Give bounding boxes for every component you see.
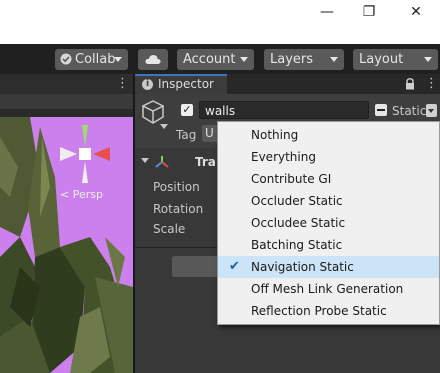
scene-search-bar[interactable] [0, 94, 133, 109]
mixed-dash-icon [377, 109, 385, 111]
more-options-icon[interactable]: ⋮ [116, 76, 129, 91]
info-icon: i [142, 79, 153, 90]
chevron-down-icon [424, 57, 432, 62]
rotation-label: Rotation [153, 202, 204, 216]
menu-item-off-mesh-link-generation[interactable]: Off Mesh Link Generation [218, 278, 439, 300]
menu-item-label: Reflection Probe Static [251, 304, 387, 318]
active-checkbox[interactable]: ✓ [181, 104, 193, 116]
chevron-down-icon [330, 57, 338, 62]
lock-icon[interactable] [405, 78, 415, 90]
menu-item-occluder-static[interactable]: Occluder Static [218, 190, 439, 212]
foldout-arrow-icon[interactable] [141, 158, 149, 163]
layout-label: Layout [359, 52, 404, 67]
collab-label: Collab [75, 52, 116, 67]
restore-icon: ❐ [362, 4, 376, 20]
menu-item-navigation-static[interactable]: ✔ Navigation Static [218, 256, 439, 278]
account-dropdown[interactable]: Account [177, 49, 254, 70]
chevron-down-icon [114, 57, 122, 62]
gameobject-cube-icon[interactable] [142, 100, 164, 124]
account-label: Account [183, 52, 236, 67]
menu-item-label: Nothing [251, 128, 299, 142]
layers-dropdown[interactable]: Layers [264, 49, 344, 70]
scale-label: Scale [153, 222, 186, 236]
layout-dropdown[interactable]: Layout [353, 49, 438, 70]
inspector-tabbar: i Inspector ⋮ [135, 74, 440, 94]
cloud-button[interactable] [138, 49, 168, 70]
menu-item-label: Navigation Static [251, 260, 354, 274]
close-button[interactable]: ✕ [401, 2, 431, 24]
restore-button[interactable]: ❐ [354, 2, 384, 24]
scene-tabbar: ⋮ [0, 74, 133, 95]
static-flags-menu: Nothing Everything Contribute GI Occlude… [217, 121, 440, 325]
close-icon: ✕ [410, 4, 422, 20]
tag-label: Tag [176, 128, 197, 142]
scene-panel: ⋮ < Persp [0, 74, 133, 373]
chevron-down-icon [240, 57, 248, 62]
collab-check-icon [60, 53, 72, 65]
tab-inspector[interactable]: i Inspector [135, 74, 227, 94]
menu-item-contribute-gi[interactable]: Contribute GI [218, 168, 439, 190]
menu-item-label: Occluder Static [251, 194, 343, 208]
menu-item-label: Contribute GI [251, 172, 332, 186]
menu-item-reflection-probe-static[interactable]: Reflection Probe Static [218, 300, 439, 322]
layers-label: Layers [270, 52, 314, 67]
tab-inspector-label: Inspector [158, 77, 214, 91]
menu-item-batching-static[interactable]: Batching Static [218, 234, 439, 256]
menu-item-label: Occludee Static [251, 216, 346, 230]
transform-icon [155, 156, 169, 168]
object-name-field[interactable]: walls [199, 101, 369, 119]
main-toolbar: Collab Account Layers Layout [0, 44, 440, 74]
chevron-down-icon[interactable] [160, 124, 168, 129]
minimize-icon: — [320, 4, 334, 20]
static-label: Static [392, 104, 427, 118]
static-dropdown-button[interactable] [426, 104, 437, 117]
object-name-value: walls [205, 104, 236, 118]
chevron-down-icon [428, 109, 434, 113]
menu-item-label: Off Mesh Link Generation [251, 282, 404, 296]
more-options-icon[interactable]: ⋮ [425, 76, 438, 91]
minimize-button[interactable]: — [312, 2, 342, 24]
cloud-icon [145, 55, 161, 64]
checkmark-icon: ✔ [229, 259, 240, 274]
collab-button[interactable]: Collab [55, 49, 128, 70]
transform-title: Tra [195, 155, 216, 169]
window-titlebar: — ❐ ✕ [0, 0, 440, 44]
menu-item-everything[interactable]: Everything [218, 146, 439, 168]
tag-value: U [205, 126, 214, 140]
scene-viewport[interactable]: < Persp [0, 117, 133, 373]
add-component-button[interactable] [172, 256, 222, 277]
menu-item-label: Batching Static [251, 238, 343, 252]
menu-item-label: Everything [251, 150, 316, 164]
persp-label[interactable]: < Persp [60, 188, 103, 201]
static-mixed-checkbox[interactable] [375, 104, 387, 116]
menu-item-occludee-static[interactable]: Occludee Static [218, 212, 439, 234]
menu-item-nothing[interactable]: Nothing [218, 124, 439, 146]
orientation-gizmo[interactable] [60, 125, 110, 187]
position-label: Position [153, 180, 200, 194]
